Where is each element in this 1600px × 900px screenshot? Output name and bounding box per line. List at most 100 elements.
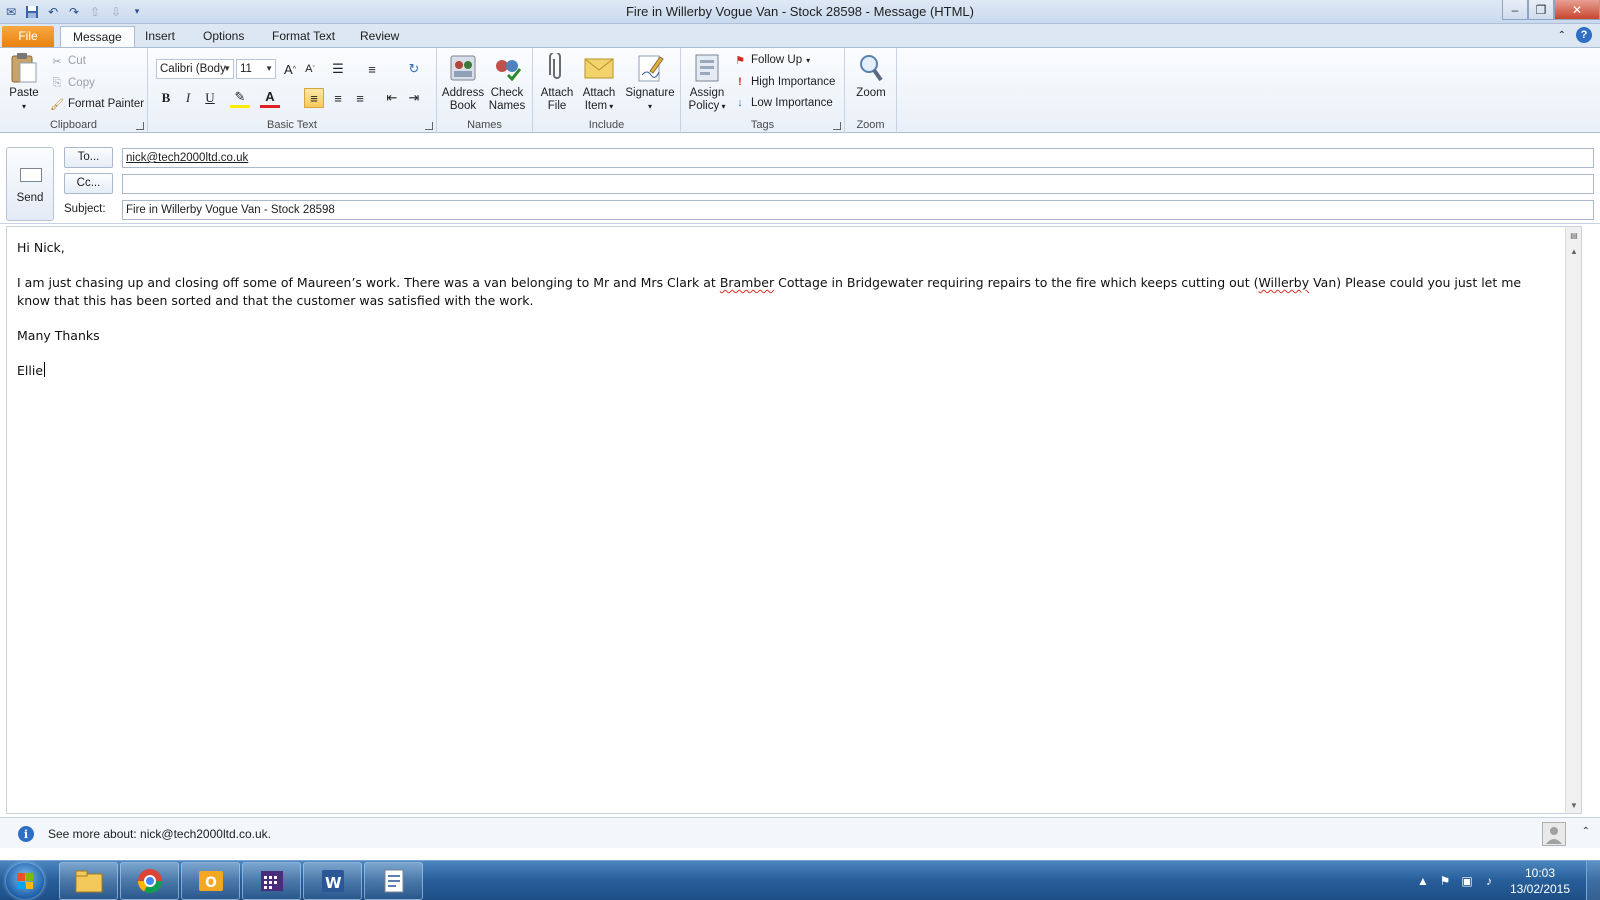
address-book-button[interactable]: Address Book [441,52,485,113]
avatar[interactable] [1542,822,1566,846]
window-controls: – ❐ ✕ [1502,0,1600,20]
subject-field[interactable]: Fire in Willerby Vogue Van - Stock 28598 [122,200,1594,220]
tab-insert[interactable]: Insert [133,26,187,47]
align-right-icon[interactable]: ≡ [350,88,370,108]
font-color-icon[interactable]: A [260,88,280,108]
copy-icon: ⎘ [52,76,62,89]
windows-explorer-icon[interactable] [59,862,118,900]
align-center-icon[interactable]: ≡ [328,88,348,108]
scroll-down-icon[interactable]: ▼ [1566,797,1582,813]
assign-policy-label-1: Assign [689,87,725,99]
tab-format-text[interactable]: Format Text [260,26,347,47]
check-names-button[interactable]: Check Names [485,52,529,113]
font-name-combo[interactable]: Calibri (Bodу ▼ [156,59,234,79]
start-button[interactable] [6,863,44,899]
closing: Many Thanks [17,328,100,343]
decrease-indent-icon[interactable]: ⇤ [382,88,402,108]
subject-label: Subject: [64,203,106,215]
tags-launcher-icon[interactable] [833,122,841,130]
low-importance-button[interactable]: ↓ Low Importance [733,96,833,110]
signature-line: Ellie [17,362,1557,380]
compose-header: Send To... nick@tech2000ltd.co.uk Cc... … [0,134,1600,224]
spelling-error-bramber[interactable]: Bramber [720,275,774,290]
spelling-error-willerby[interactable]: Willerby [1258,275,1309,290]
copy-button[interactable]: ⎘ Copy [50,76,95,90]
high-importance-button[interactable]: ! High Importance [733,75,835,89]
message-body[interactable]: Hi Nick, I am just chasing up and closin… [6,226,1582,814]
bold-button[interactable]: B [156,88,176,108]
signature-icon [634,52,666,84]
basic-text-launcher-icon[interactable] [425,122,433,130]
attach-file-label-1: Attach [540,87,574,99]
volume-icon[interactable]: ♪ [1478,874,1500,888]
clipboard-launcher-icon[interactable] [136,122,144,130]
numbering-icon[interactable]: ≡ [362,59,382,79]
send-button[interactable]: Send [6,147,54,221]
tab-message[interactable]: Message [60,26,135,47]
minimize-ribbon-icon[interactable]: ⌃ [1558,30,1566,41]
grow-font-icon[interactable]: A ^ [280,59,300,79]
vertical-scrollbar[interactable]: ▤ ▲ ▼ [1565,227,1581,813]
scroll-up-icon[interactable]: ▲ [1566,243,1582,259]
message-content[interactable]: Hi Nick, I am just chasing up and closin… [17,239,1557,397]
word-icon[interactable]: W [303,862,362,900]
body-text-1: I am just chasing up and closing off som… [17,275,720,290]
clock-date: 13/02/2015 [1509,882,1571,896]
minimize-icon[interactable]: – [1502,0,1528,20]
tab-review[interactable]: Review [348,26,411,47]
clock[interactable]: 10:03 13/02/2015 [1500,865,1580,897]
outlook-icon[interactable]: O [181,862,240,900]
cut-label: Cut [68,55,86,67]
tab-file[interactable]: File [2,26,54,47]
zoom-group-label: Zoom [856,119,885,131]
close-icon[interactable]: ✕ [1554,0,1600,20]
format-painter-button[interactable]: 🖌 Format Painter [50,97,144,111]
ruler-toggle-icon[interactable]: ▤ [1566,227,1582,243]
attach-item-button[interactable]: Attach Item ▾ [579,52,619,113]
cut-button[interactable]: ✂ Cut [50,54,86,68]
styles-icon[interactable]: ↻ [404,59,424,79]
shrink-font-icon[interactable]: Aˇ [300,59,320,79]
expand-people-pane-icon[interactable]: ⌃ [1582,826,1590,837]
title-bar: ✉ ↶ ↷ ⇧ ⇩ ▾ Fire in Willerby Vogue Van -… [0,0,1600,24]
network-icon[interactable]: ▣ [1456,874,1478,888]
signature-button[interactable]: Signature ▾ [623,52,677,113]
action-center-flag-icon[interactable]: ⚑ [1434,874,1456,888]
body-paragraph: I am just chasing up and closing off som… [17,274,1557,310]
assign-policy-button[interactable]: Assign Policy ▾ [685,52,729,113]
align-left-icon[interactable]: ≡ [304,88,324,108]
down-arrow-icon: ↓ [737,97,743,109]
highlight-icon[interactable]: ✎ [230,88,250,108]
paste-button[interactable]: Paste ▾ [6,52,42,113]
bullets-icon[interactable]: ☰ [328,59,348,79]
help-icon[interactable]: ? [1576,27,1592,43]
ribbon-tabs: File Message Insert Options Format Text … [0,24,1600,47]
italic-button[interactable]: I [178,88,198,108]
tab-options[interactable]: Options [191,26,256,47]
font-size-combo[interactable]: 11 ▼ [236,59,276,79]
zoom-button[interactable]: Zoom [849,52,893,100]
restore-icon[interactable]: ❐ [1528,0,1554,20]
tags-group: Assign Policy ▾ ⚑ Follow Up ▾ ! High Import… [681,48,845,133]
to-recipient[interactable]: nick@tech2000ltd.co.uk [126,152,248,164]
underline-button[interactable]: U [200,88,220,108]
chrome-icon[interactable] [120,862,179,900]
attach-file-button[interactable]: Attach File [537,52,577,113]
body-text-2: Cottage in Bridgewater requiring repairs… [774,275,1259,290]
to-button[interactable]: To... [64,147,113,168]
ribbon: Paste ▾ ✂ Cut ⎘ Copy 🖌 Format Painter Clipbo… [0,47,1600,133]
follow-up-button[interactable]: ⚑ Follow Up ▾ [733,53,810,67]
to-field[interactable]: nick@tech2000ltd.co.uk [122,148,1594,168]
cc-button[interactable]: Cc... [64,173,113,194]
show-hidden-icons-icon[interactable]: ▲ [1412,874,1434,888]
address-book-icon [447,52,479,84]
document-icon[interactable] [364,862,423,900]
follow-up-label: Follow Up [751,54,803,66]
cc-field[interactable] [122,174,1594,194]
copy-label: Copy [68,77,95,89]
show-desktop-button[interactable] [1586,861,1600,900]
people-pane: i See more about: nick@tech2000ltd.co.uk… [0,817,1600,848]
calendar-app-icon[interactable] [242,862,301,900]
people-pane-text[interactable]: See more about: nick@tech2000ltd.co.uk. [48,827,271,841]
increase-indent-icon[interactable]: ⇥ [404,88,424,108]
